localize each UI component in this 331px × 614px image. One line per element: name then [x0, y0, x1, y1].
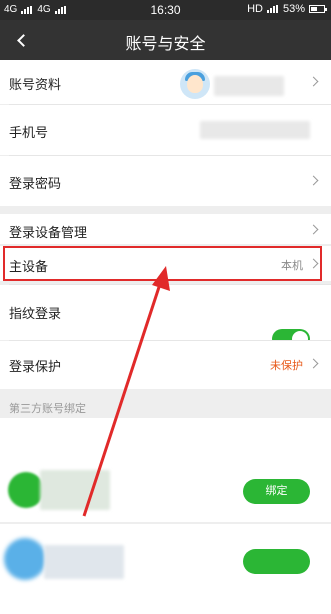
battery-fill: [311, 7, 317, 11]
page-title: 账号与安全: [125, 36, 206, 53]
section-header: 第三方账号绑定: [9, 403, 86, 415]
chevron-right-icon: [308, 175, 319, 186]
row-label: 登录保护: [9, 359, 62, 374]
login-protection-status: 未保护: [270, 360, 303, 372]
chevron-right-icon: [308, 224, 319, 235]
row-label: 手机号: [9, 125, 49, 140]
blurred-account-name: [40, 470, 110, 510]
battery-percent: 53%: [282, 3, 305, 15]
row-login-password[interactable]: 登录密码: [0, 156, 331, 206]
row-label: 指纹登录: [9, 306, 62, 321]
row-label: 账号资料: [9, 77, 62, 92]
row-label: 登录设备管理: [9, 225, 88, 240]
third-party-logo: [4, 538, 46, 580]
bind-button-2[interactable]: [243, 549, 310, 574]
blurred-nickname: [214, 76, 284, 96]
signal-icon: [266, 5, 279, 13]
status-bar: 4G 4G 16:30 HD 53%: [0, 0, 331, 20]
avatar: [180, 69, 210, 99]
row-login-protection[interactable]: 登录保护 未保护: [0, 341, 331, 389]
blurred-phone-number: [200, 121, 310, 139]
third-party-logo: [8, 472, 44, 508]
blurred-account-name: [44, 545, 124, 579]
battery-icon: [309, 5, 327, 13]
bind-button[interactable]: 绑定: [243, 479, 310, 504]
chevron-right-icon: [308, 76, 319, 87]
highlight-box: [3, 246, 322, 281]
chevron-right-icon: [308, 358, 319, 369]
hd-label: HD: [247, 3, 263, 15]
row-login-devices[interactable]: 登录设备管理: [0, 214, 331, 244]
row-label: 登录密码: [9, 176, 62, 191]
nav-bar: 账号与安全: [0, 20, 331, 60]
